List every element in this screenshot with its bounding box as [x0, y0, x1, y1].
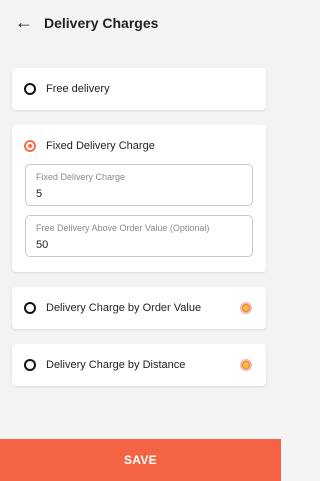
option-card-fixed-delivery[interactable]: Fixed Delivery Charge Fixed Delivery Cha… — [12, 125, 266, 272]
option-card-by-order-value[interactable]: Delivery Charge by Order Value — [12, 287, 266, 329]
premium-badge-icon — [240, 359, 252, 371]
option-label-by-order-value: Delivery Charge by Order Value — [46, 302, 202, 314]
fixed-charge-input[interactable] — [36, 187, 236, 201]
option-label-by-distance: Delivery Charge by Distance — [46, 359, 186, 371]
free-above-value-field[interactable]: Free Delivery Above Order Value (Optiona… — [25, 215, 253, 257]
option-card-by-distance[interactable]: Delivery Charge by Distance — [12, 344, 266, 386]
save-button[interactable]: SAVE — [0, 439, 281, 481]
fixed-charge-field-label: Fixed Delivery Charge — [36, 172, 126, 182]
radio-free-delivery[interactable] — [24, 83, 36, 95]
option-card-free-delivery[interactable]: Free delivery — [12, 68, 266, 110]
page-title: Delivery Charges — [44, 15, 159, 31]
option-label-free-delivery: Free delivery — [46, 83, 110, 95]
premium-badge-icon — [240, 302, 252, 314]
radio-fixed-delivery[interactable] — [24, 140, 36, 152]
radio-by-distance[interactable] — [24, 359, 36, 371]
option-label-fixed-delivery: Fixed Delivery Charge — [46, 140, 155, 152]
back-arrow-icon[interactable]: ← — [14, 12, 34, 32]
fixed-charge-field[interactable]: Fixed Delivery Charge — [25, 164, 253, 206]
top-bar: ← Delivery Charges — [0, 0, 281, 48]
free-above-value-field-label: Free Delivery Above Order Value (Optiona… — [36, 223, 210, 233]
radio-by-order-value[interactable] — [24, 302, 36, 314]
free-above-value-input[interactable] — [36, 238, 236, 252]
